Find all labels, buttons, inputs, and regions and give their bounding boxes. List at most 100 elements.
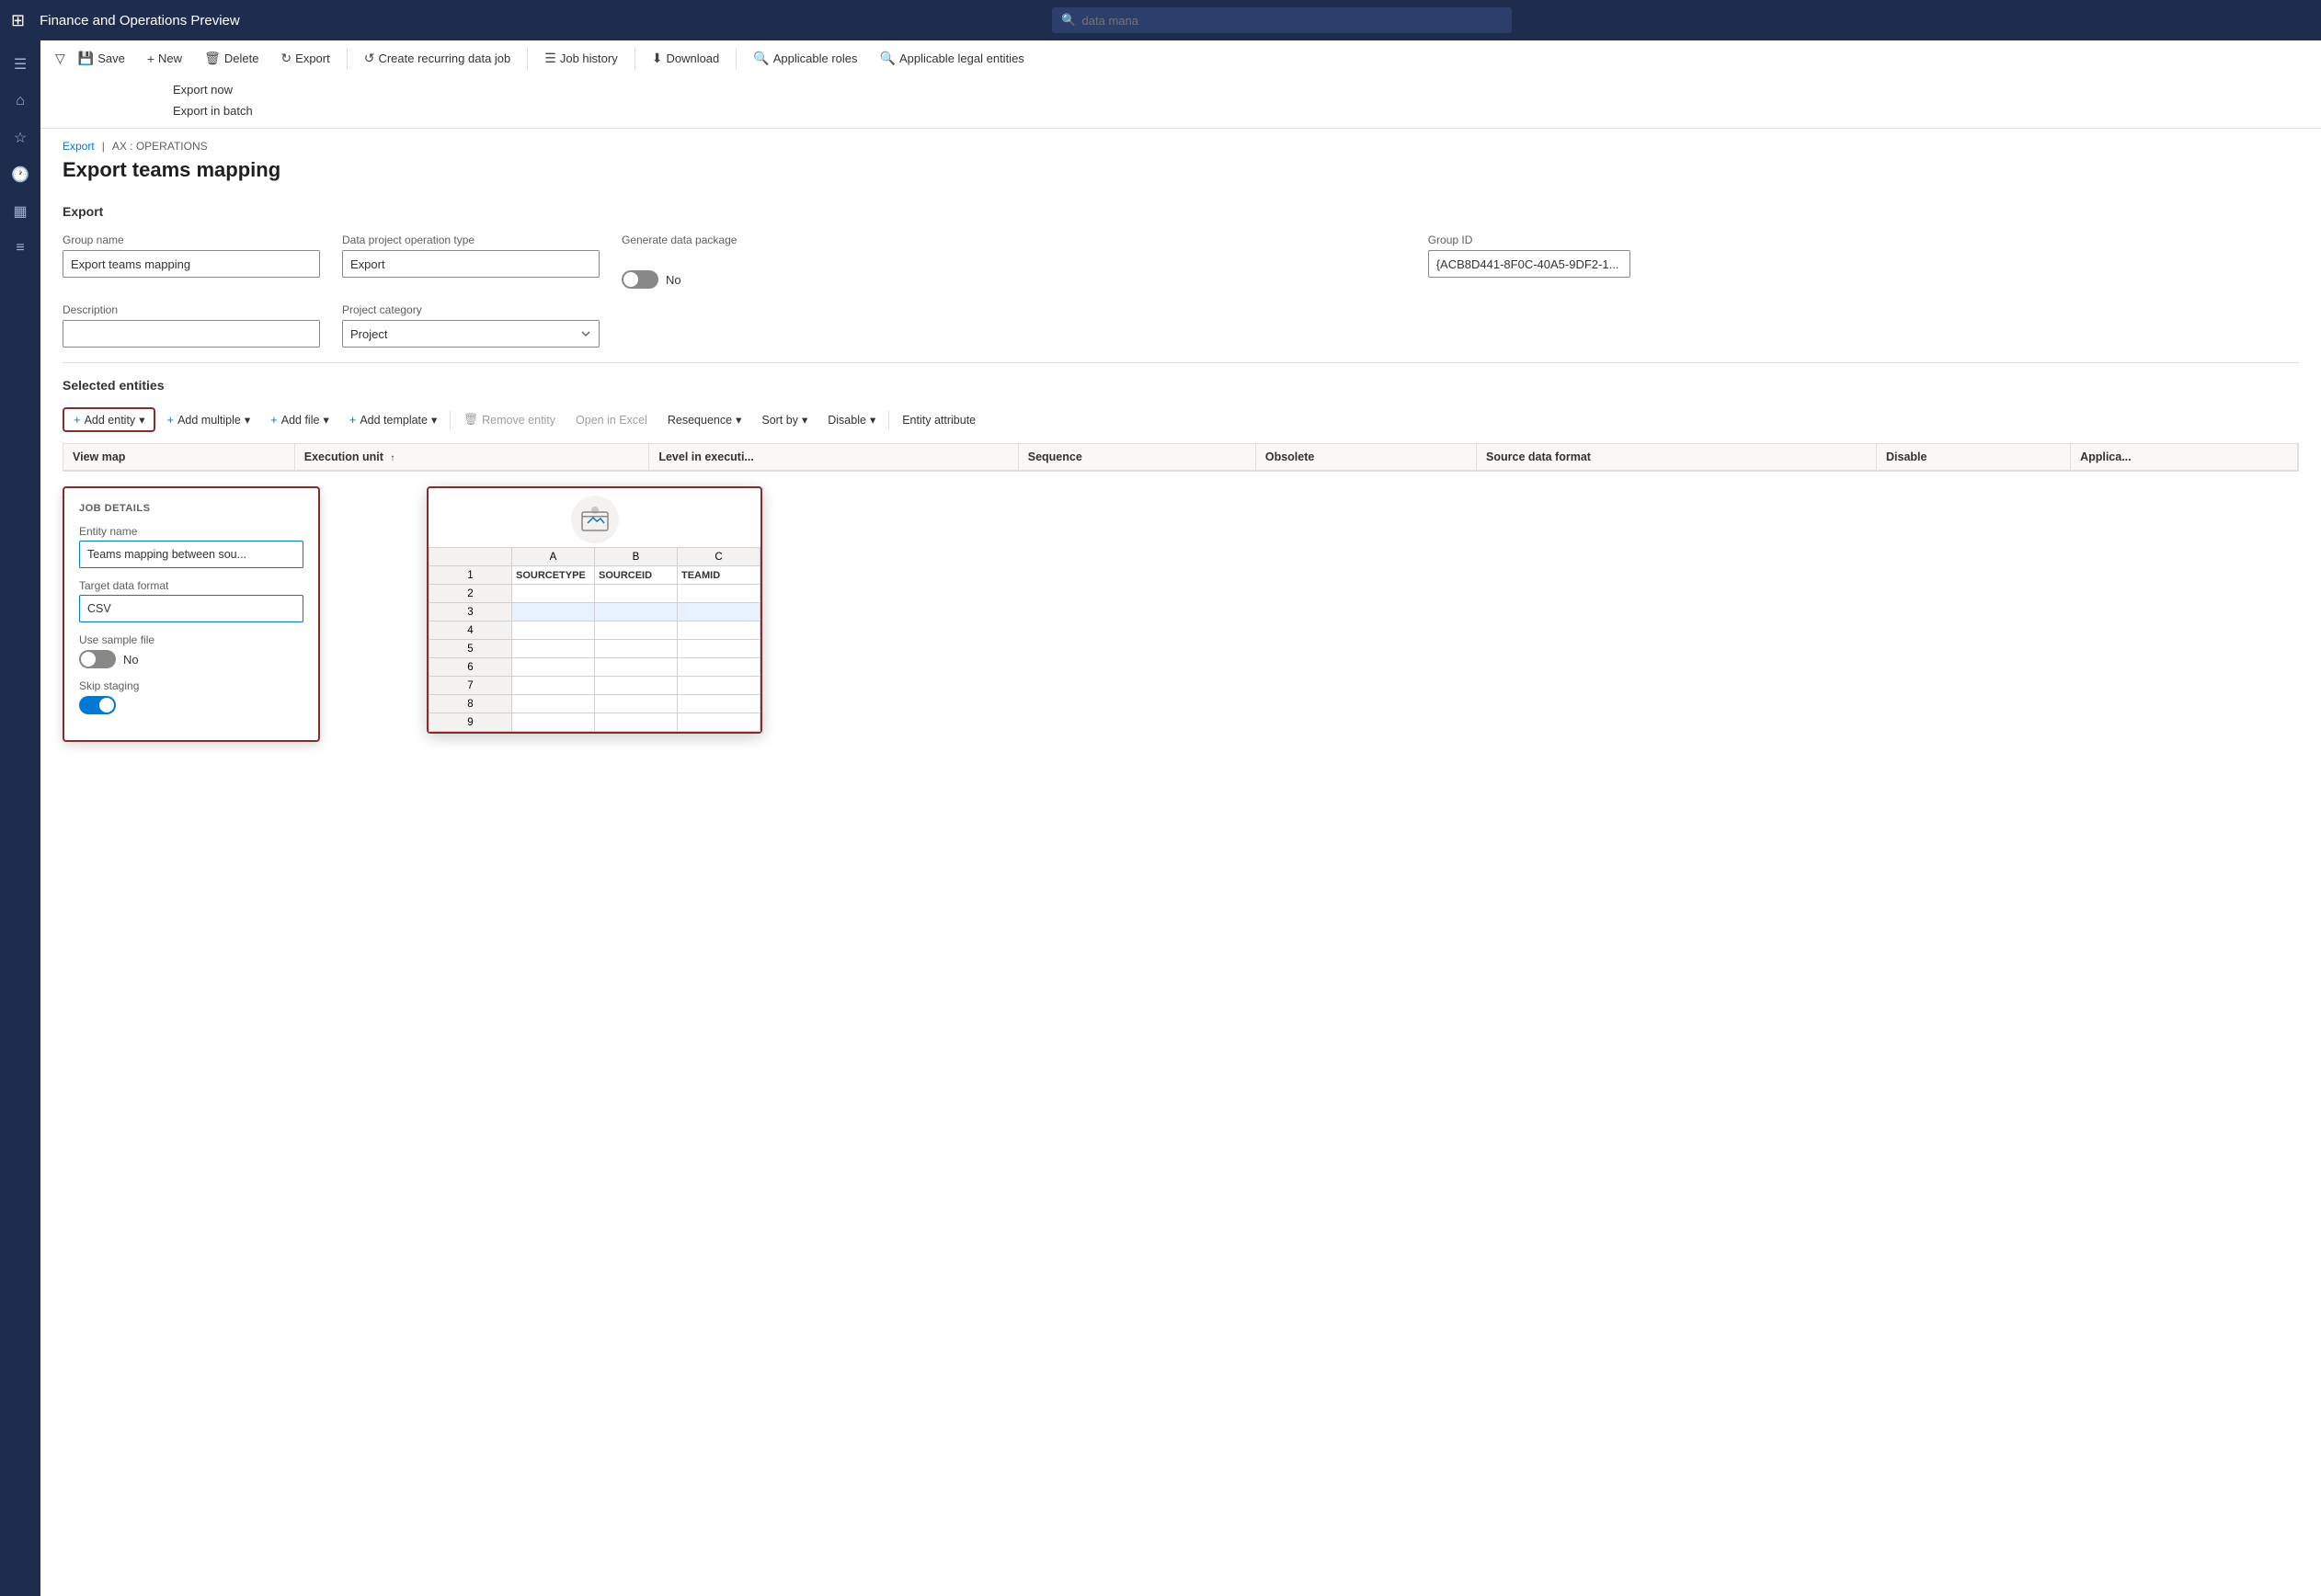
excel-cell [678, 621, 760, 640]
add-file-chevron-icon: ▾ [323, 413, 328, 427]
target-format-field: Target data format CSV Excel XML [79, 579, 303, 622]
search-icon: 🔍 [1061, 13, 1076, 28]
filter-icon[interactable]: ▽ [55, 51, 65, 66]
excel-col-c: C [678, 548, 760, 566]
delete-button[interactable]: 🗑 Delete [195, 46, 268, 71]
sidebar-dashboard-icon[interactable]: ▦ [4, 195, 37, 228]
col-execution-unit[interactable]: Execution unit ↑ [294, 444, 649, 471]
entity-attribute-button[interactable]: Entity attribute [893, 410, 985, 430]
sidebar-list-icon[interactable]: ≡ [4, 232, 37, 265]
sidebar-home-icon[interactable]: ⌂ [4, 85, 37, 118]
remove-entity-button[interactable]: 🗑 Remove entity [454, 409, 565, 430]
excel-data-row: 4 [429, 621, 760, 640]
excel-cell [595, 677, 678, 695]
excel-row-1: 1SOURCETYPESOURCEIDTEAMID [429, 566, 760, 585]
applicable-roles-button[interactable]: 🔍 Applicable roles [744, 46, 866, 71]
project-category-select[interactable]: Project Integration Migration [342, 320, 600, 348]
sidebar-menu-icon[interactable]: ☰ [4, 48, 37, 81]
page-title: Export teams mapping [63, 158, 2299, 182]
entities-table: View map Execution unit ↑ Level in execu… [63, 444, 2298, 471]
disable-button[interactable]: Disable ▾ [818, 409, 885, 430]
excel-cell [678, 677, 760, 695]
target-format-select[interactable]: CSV Excel XML [79, 595, 303, 622]
main-toolbar: ▽ 💾 Save + New 🗑 Delete ↻ Export [40, 40, 2321, 129]
sidebar-recent-icon[interactable]: 🕐 [4, 158, 37, 191]
excel-cell [595, 695, 678, 713]
group-id-input[interactable] [1428, 250, 1630, 278]
add-multiple-button[interactable]: + Add multiple ▾ [157, 409, 259, 430]
generate-package-toggle[interactable] [622, 270, 658, 289]
excel-preview: A B C 1SOURCETYPESOURCEIDTEAMID23456789 [427, 486, 762, 734]
add-multiple-chevron-icon: ▾ [245, 413, 250, 427]
grid-icon[interactable]: ⊞ [11, 11, 25, 30]
open-in-excel-button[interactable]: Open in Excel [566, 410, 657, 430]
sidebar-favorite-icon[interactable]: ☆ [4, 121, 37, 154]
use-sample-toggle[interactable] [79, 650, 116, 668]
col-view-map[interactable]: View map [63, 444, 294, 471]
col-disable[interactable]: Disable [1877, 444, 2071, 471]
sort-by-chevron-icon: ▾ [802, 413, 807, 427]
skip-staging-toggle[interactable] [79, 696, 116, 714]
col-applicable[interactable]: Applica... [2071, 444, 2298, 471]
resequence-button[interactable]: Resequence ▾ [658, 409, 750, 430]
divider2 [527, 48, 528, 70]
create-recurring-button[interactable]: ↺ Create recurring data job [355, 46, 520, 71]
export-section: Export Group name Data project operation… [40, 189, 2321, 362]
entity-sep1 [450, 411, 451, 429]
operation-type-field: Data project operation type [342, 234, 600, 278]
description-input[interactable] [63, 320, 320, 348]
search-bar[interactable]: 🔍 [1052, 7, 1512, 33]
description-field: Description [63, 303, 320, 348]
use-sample-toggle-row: No [79, 650, 303, 668]
left-sidebar: ☰ ⌂ ☆ 🕐 ▦ ≡ [0, 40, 40, 1596]
col-source-format[interactable]: Source data format [1477, 444, 1877, 471]
use-sample-field: Use sample file No [79, 633, 303, 668]
breadcrumb-link[interactable]: Export [63, 140, 95, 153]
excel-header-teamid: TEAMID [678, 566, 760, 585]
main-content: ▽ 💾 Save + New 🗑 Delete ↻ Export [40, 40, 2321, 1596]
excel-data-row: 3 [429, 603, 760, 621]
add-entity-panel: JOB DETAILS Entity name Teams mapping be… [63, 486, 320, 742]
target-format-label: Target data format [79, 579, 303, 592]
entity-name-label: Entity name [79, 525, 303, 538]
add-template-button[interactable]: + Add template ▾ [340, 409, 447, 430]
export-now-item[interactable]: Export now [166, 80, 2306, 99]
entity-name-field: Entity name Teams mapping between sou... [79, 525, 303, 568]
add-file-button[interactable]: + Add file ▾ [261, 409, 338, 430]
entities-section: Selected entities + Add entity ▾ + Add m… [40, 363, 2321, 486]
search-input[interactable] [1082, 14, 1504, 28]
operation-type-input[interactable] [342, 250, 600, 278]
excel-header-sourceid: SOURCEID [595, 566, 678, 585]
sort-by-button[interactable]: Sort by ▾ [752, 409, 817, 430]
project-category-label: Project category [342, 303, 600, 316]
entities-table-container: View map Execution unit ↑ Level in execu… [63, 443, 2299, 472]
export-in-batch-item[interactable]: Export in batch [166, 101, 2306, 120]
col-sequence[interactable]: Sequence [1018, 444, 1255, 471]
job-history-button[interactable]: ☰ Job history [535, 46, 626, 71]
applicable-legal-entities-button[interactable]: 🔍 Applicable legal entities [871, 46, 1034, 71]
excel-file-icon [571, 496, 619, 543]
download-button[interactable]: ⬇ Download [643, 46, 729, 71]
generate-package-label: Generate data package [622, 234, 1406, 246]
excel-cell [512, 621, 595, 640]
group-id-field: Group ID [1428, 234, 2299, 278]
col-level[interactable]: Level in executi... [649, 444, 1018, 471]
excel-cell [595, 585, 678, 603]
save-button[interactable]: 💾 Save [69, 46, 134, 71]
entity-name-select-wrap: Teams mapping between sou... [79, 541, 303, 568]
new-button[interactable]: + New [138, 47, 191, 71]
export-button[interactable]: ↻ Export [271, 46, 338, 71]
overlays-wrapper: JOB DETAILS Entity name Teams mapping be… [40, 486, 2321, 781]
group-name-input[interactable] [63, 250, 320, 278]
resequence-chevron-icon: ▾ [736, 413, 741, 427]
export-section-title: Export [63, 204, 2299, 219]
generate-package-toggle-row: No [622, 270, 1406, 289]
add-entity-button[interactable]: + Add entity ▾ [63, 407, 155, 432]
group-id-label: Group ID [1428, 234, 2299, 246]
col-obsolete[interactable]: Obsolete [1255, 444, 1476, 471]
entity-name-select[interactable]: Teams mapping between sou... [79, 541, 303, 568]
excel-icon-row [429, 488, 760, 547]
excel-tbody: 1SOURCETYPESOURCEIDTEAMID23456789 [429, 566, 760, 732]
excel-data-row: 8 [429, 695, 760, 713]
entity-sep2 [888, 411, 889, 429]
